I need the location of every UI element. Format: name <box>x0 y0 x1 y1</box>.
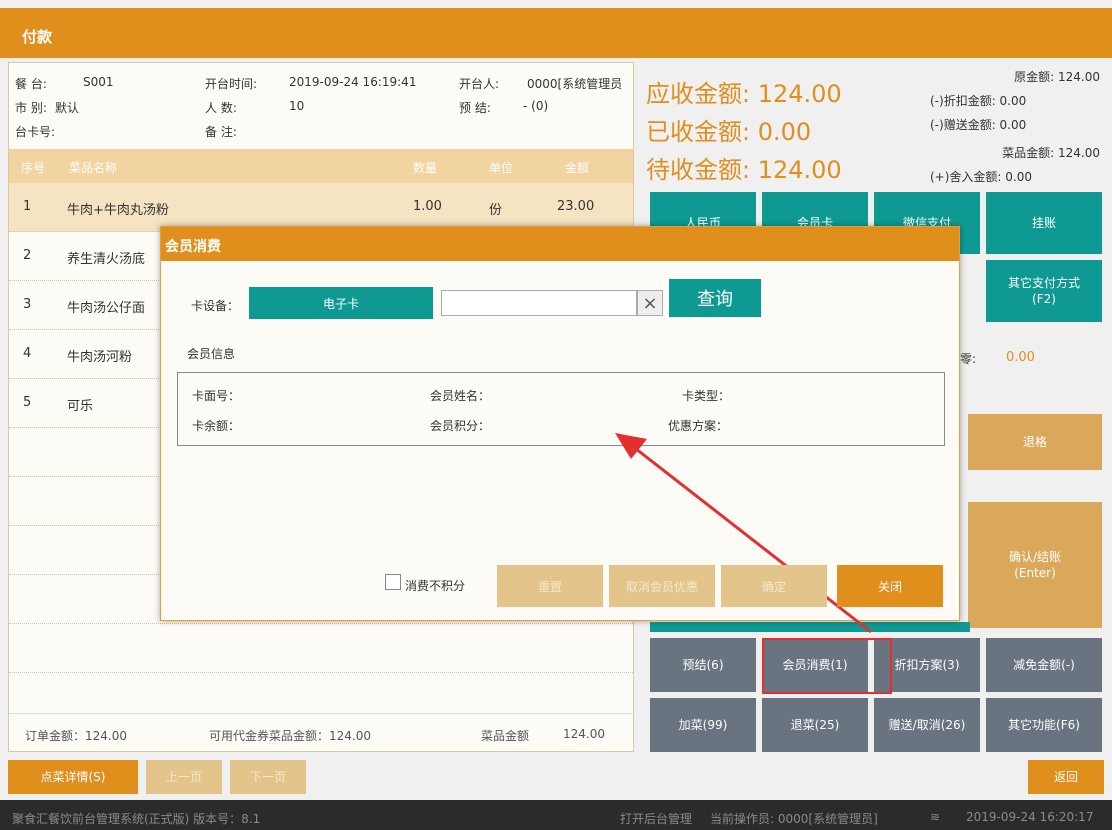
prepay-value: - (0) <box>523 99 549 113</box>
dialog-title: 会员消费 <box>161 227 959 261</box>
voucher-amount: 可用代金券菜品金额：124.00 <box>209 729 371 743</box>
pending-amount: 待收金额: 124.00 <box>646 156 842 184</box>
prepay-label: 预 结: <box>459 101 491 115</box>
card-type-label: 卡类型： <box>682 389 731 403</box>
row-name: 牛肉汤公仔面 <box>67 301 146 316</box>
card-face-no-label: 卡面号： <box>192 389 241 403</box>
reset-button[interactable]: 重置 <box>497 565 603 607</box>
row-no: 3 <box>23 297 32 312</box>
close-button[interactable]: 关闭 <box>837 565 943 607</box>
row-name: 可乐 <box>67 399 94 414</box>
clock-text: 2019-09-24 16:20:17 <box>966 810 1094 824</box>
col-qty: 数量 <box>413 161 438 175</box>
dish-amount: 菜品金额: 124.00 <box>1002 146 1100 160</box>
change-label: 零: <box>960 352 977 366</box>
col-no: 序号 <box>21 161 46 175</box>
card-balance-label: 卡余额： <box>192 419 241 433</box>
backend-link[interactable]: 打开后台管理 <box>620 810 692 827</box>
dish-amount-value: 124.00 <box>563 727 605 741</box>
order-amount: 订单金额：124.00 <box>25 729 127 743</box>
col-amount: 金额 <box>565 161 590 175</box>
return-dish-button[interactable]: 退菜(25) <box>762 698 868 752</box>
opener-label: 开台人: <box>459 77 500 91</box>
people-value: 10 <box>289 99 305 113</box>
reduce-amount-button[interactable]: 减免金额(-) <box>986 638 1102 692</box>
original-amount: 原金额: 124.00 <box>1014 70 1100 84</box>
market-label: 市 别: <box>15 101 47 115</box>
change-value: 0.00 <box>1006 350 1035 365</box>
other-function-button[interactable]: 其它功能(F6) <box>986 698 1102 752</box>
dish-amount-label: 菜品金额 <box>481 729 530 743</box>
other-payment-button[interactable]: 其它支付方式 (F2) <box>986 260 1102 322</box>
col-unit: 单位 <box>489 161 514 175</box>
no-points-checkbox[interactable] <box>385 574 401 590</box>
query-button[interactable]: 查询 <box>669 279 761 317</box>
gift-amount: (-)赠送金额: 0.00 <box>930 118 1027 132</box>
people-label: 人 数: <box>205 101 237 115</box>
row-name: 牛肉汤河粉 <box>67 350 133 365</box>
discount-amount: (-)折扣金额: 0.00 <box>930 94 1027 108</box>
row-qty: 1.00 <box>413 199 442 214</box>
next-page-button[interactable]: 下一页 <box>230 760 306 794</box>
prev-page-button[interactable]: 上一页 <box>146 760 222 794</box>
member-info-title: 会员信息 <box>187 347 236 361</box>
status-bar: 聚食汇餐饮前台管理系统(正式版) 版本号：8.1 打开后台管理 当前操作员: 0… <box>0 800 1112 830</box>
highlight-box <box>762 638 892 694</box>
empty-row <box>9 624 633 673</box>
card-number-input[interactable] <box>441 290 637 316</box>
order-detail-button[interactable]: 点菜详情(S) <box>8 760 138 794</box>
receivable-amount: 应收金额: 124.00 <box>646 80 842 108</box>
round-amount: (+)舍入金额: 0.00 <box>930 170 1032 184</box>
row-no: 5 <box>23 395 32 410</box>
market-value: 默认 <box>55 101 80 115</box>
backspace-button[interactable]: 退格 <box>968 414 1102 470</box>
note-label: 备 注: <box>205 125 237 139</box>
table-row[interactable]: 1 牛肉+牛肉丸汤粉 1.00 份 23.00 <box>9 183 633 232</box>
operator-text: 当前操作员: 0000[系统管理员] <box>710 812 878 826</box>
open-time-label: 开台时间: <box>205 77 258 91</box>
open-time-value: 2019-09-24 16:19:41 <box>289 75 417 89</box>
table-header: 序号 菜品名称 数量 单位 金额 <box>9 149 633 183</box>
gift-cancel-button[interactable]: 赠送/取消(26) <box>874 698 980 752</box>
member-consume-dialog: 会员消费 卡设备： 电子卡 × 查询 会员信息 卡面号： 会员姓名： 卡类型： … <box>160 226 960 634</box>
row-name: 养生清火汤底 <box>67 252 146 267</box>
card-device-label: 卡设备： <box>191 299 240 313</box>
card-device-select[interactable]: 电子卡 <box>249 287 433 319</box>
opener-value: 0000[系统管理员 <box>527 77 623 91</box>
bottom-toolbar: 点菜详情(S) 上一页 下一页 返回 <box>0 756 1112 800</box>
received-amount: 已收金额: 0.00 <box>646 118 812 146</box>
confirm-checkout-button[interactable]: 确认/结账 (Enter) <box>968 502 1102 628</box>
cancel-offer-button[interactable]: 取消会员优惠 <box>609 565 715 607</box>
member-points-label: 会员积分： <box>430 419 491 433</box>
row-name: 牛肉+牛肉丸汤粉 <box>67 203 169 218</box>
no-points-label: 消费不积分 <box>405 579 466 593</box>
window-title: 付款 <box>0 8 1112 58</box>
row-no: 2 <box>23 248 32 263</box>
table-info: 餐 台: S001 开台时间: 2019-09-24 16:19:41 开台人:… <box>9 63 633 149</box>
member-name-label: 会员姓名： <box>430 389 491 403</box>
row-no: 1 <box>23 199 32 214</box>
seat-value: S001 <box>83 75 114 89</box>
seat-label: 餐 台: <box>15 77 47 91</box>
add-dish-button[interactable]: 加菜(99) <box>650 698 756 752</box>
row-no: 4 <box>23 346 32 361</box>
wifi-icon: ≋ <box>930 810 941 824</box>
row-unit: 份 <box>489 203 503 218</box>
back-button[interactable]: 返回 <box>1028 760 1104 794</box>
system-name: 聚食汇餐饮前台管理系统(正式版) 版本号：8.1 <box>12 812 261 826</box>
prepay-button[interactable]: 预结(6) <box>650 638 756 692</box>
order-footer: 订单金额：124.00 可用代金券菜品金额：124.00 菜品金额 124.00 <box>9 713 633 751</box>
clear-icon[interactable]: × <box>637 290 663 316</box>
confirm-button[interactable]: 确定 <box>721 565 827 607</box>
col-name: 菜品名称 <box>69 161 118 175</box>
row-amount: 23.00 <box>557 199 595 214</box>
card-no-label: 台卡号: <box>15 125 56 139</box>
credit-button[interactable]: 挂账 <box>986 192 1102 254</box>
